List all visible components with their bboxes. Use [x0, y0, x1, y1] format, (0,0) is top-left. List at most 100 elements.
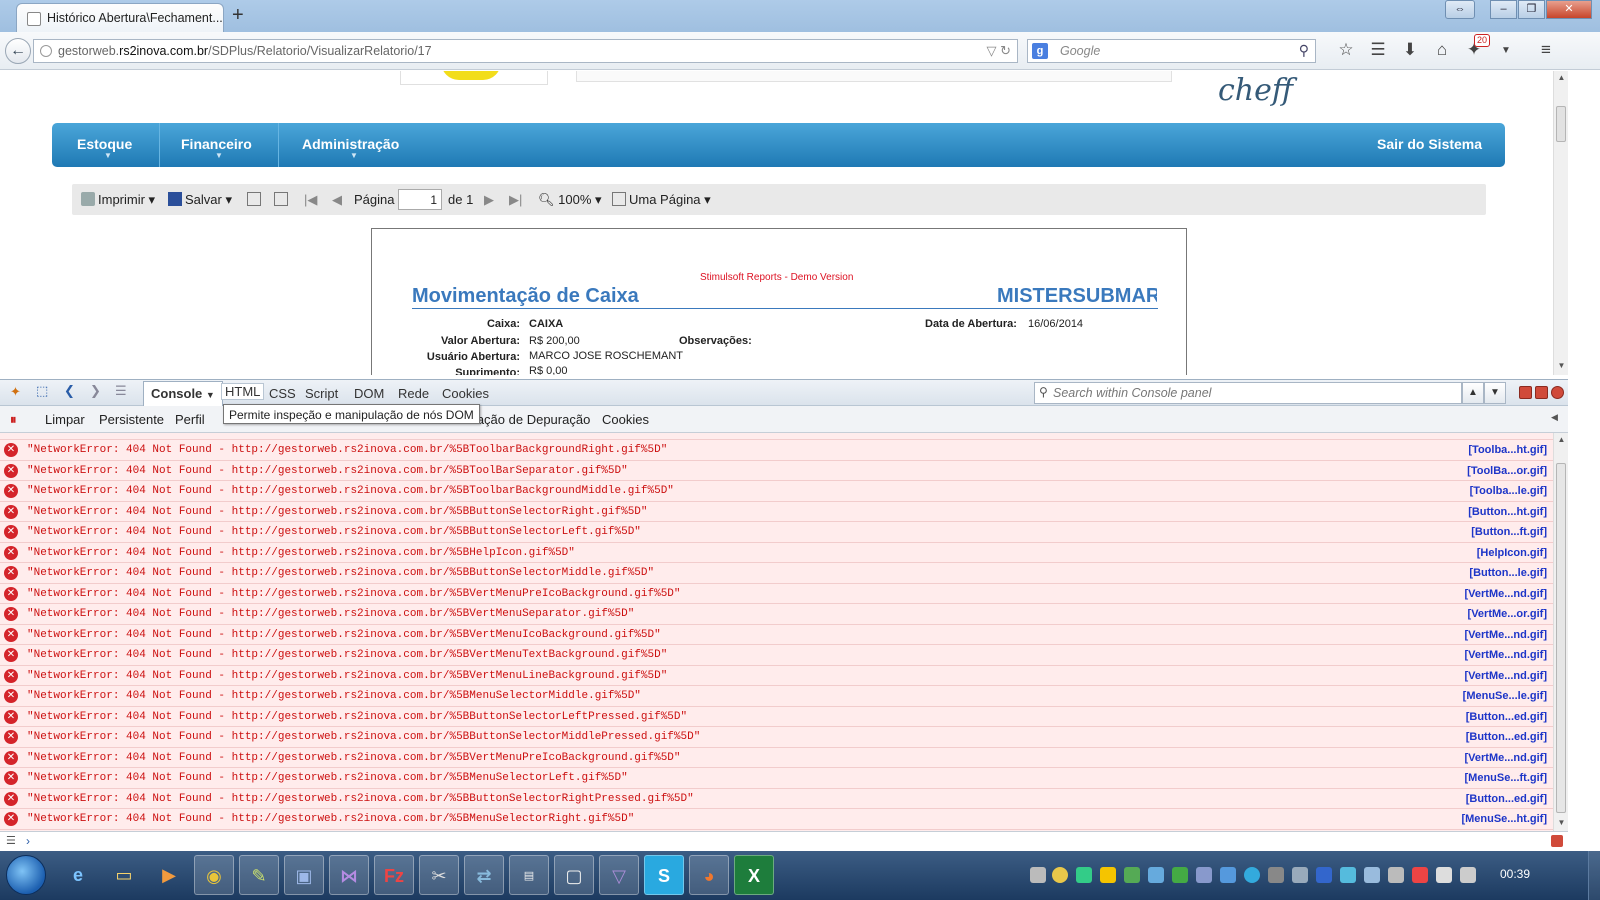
error-message[interactable]: "NetworkError: 404 Not Found - http://ge…: [27, 485, 674, 497]
console-error-row[interactable]: ✕ "NetworkError: 404 Not Found - http://g…: [0, 502, 1553, 522]
error-source-link[interactable]: [Button...ed.gif]: [1466, 793, 1547, 805]
error-source-link[interactable]: [Button...le.gif]: [1469, 567, 1547, 579]
last-page-button[interactable]: ▶|: [509, 192, 522, 208]
console-error-row[interactable]: ✕ "NetworkError: 404 Not Found - http://g…: [0, 789, 1553, 809]
dropdown-arrow-icon[interactable]: ▽: [986, 43, 996, 58]
nvidia-tray-icon[interactable]: [1172, 867, 1188, 883]
error-message[interactable]: "NetworkError: 404 Not Found - http://ge…: [27, 444, 667, 456]
error-source-link[interactable]: [Button...ed.gif]: [1466, 711, 1547, 723]
error-message[interactable]: "NetworkError: 404 Not Found - http://ge…: [27, 731, 700, 743]
error-message[interactable]: "NetworkError: 404 Not Found - http://ge…: [27, 588, 681, 600]
console-search-input[interactable]: ⚲ Search within Console panel: [1034, 382, 1462, 404]
error-message[interactable]: "NetworkError: 404 Not Found - http://ge…: [27, 629, 661, 641]
console-error-row[interactable]: ✕ "NetworkError: 404 Not Found - http://g…: [0, 707, 1553, 727]
internet-explorer-icon[interactable]: e: [58, 855, 98, 895]
console-error-row[interactable]: ✕ "NetworkError: 404 Not Found - http://g…: [0, 686, 1553, 707]
steam-tray-icon[interactable]: [1030, 867, 1046, 883]
tab-css[interactable]: CSS: [269, 386, 296, 401]
console-error-row[interactable]: ✕ "NetworkError: 404 Not Found - http://g…: [0, 727, 1553, 748]
volume-muted-tray-icon[interactable]: [1460, 867, 1476, 883]
error-source-link[interactable]: [Button...ht.gif]: [1468, 506, 1547, 518]
error-indicator-icon[interactable]: [1551, 835, 1563, 847]
tools-icon[interactable]: ✂: [419, 855, 459, 895]
error-source-link[interactable]: [MenuSe...le.gif]: [1463, 690, 1547, 702]
close-window-button[interactable]: ✕: [1546, 0, 1592, 19]
history-forward-icon[interactable]: ❯: [90, 383, 101, 399]
scroll-up-arrow-icon[interactable]: ▲: [1554, 435, 1569, 444]
signal-tray-icon[interactable]: [1436, 867, 1452, 883]
downloads-icon[interactable]: ⬇: [1394, 40, 1426, 60]
scroll-down-arrow-icon[interactable]: ▼: [1554, 818, 1569, 827]
firebug-minimize-icon[interactable]: [1519, 386, 1532, 399]
security-tray-icon[interactable]: [1124, 867, 1140, 883]
error-source-link[interactable]: [HelpIcon.gif]: [1477, 547, 1547, 559]
console-error-row[interactable]: ✕ "NetworkError: 404 Not Found - http://g…: [0, 768, 1553, 789]
browser-tab[interactable]: Histórico Abertura\Fechament...: [16, 3, 224, 32]
next-page-button[interactable]: ▶: [484, 192, 494, 208]
url-bar[interactable]: gestorweb.rs2inova.com.br/SDPlus/Relator…: [33, 39, 1018, 63]
console-error-row[interactable]: ✕ "NetworkError: 404 Not Found - http://g…: [0, 522, 1553, 543]
dropbox-tray-icon[interactable]: [1340, 867, 1356, 883]
error-message[interactable]: "NetworkError: 404 Not Found - http://ge…: [27, 690, 641, 702]
error-source-link[interactable]: [Button...ed.gif]: [1466, 731, 1547, 743]
tab-cookies[interactable]: Cookies: [442, 386, 489, 401]
search-bar[interactable]: g Google ⚲: [1027, 39, 1316, 63]
chrome-icon[interactable]: ◉: [194, 855, 234, 895]
visual-studio-icon[interactable]: ⋈: [329, 855, 369, 895]
drive-tray-icon[interactable]: [1100, 867, 1116, 883]
break-on-error-icon[interactable]: ⏸: [10, 412, 17, 428]
tab-script[interactable]: Script: [305, 386, 338, 401]
bluetooth-tray-icon[interactable]: [1316, 867, 1332, 883]
console-scrollbar[interactable]: ▲ ▼: [1553, 433, 1568, 831]
tools-tray-icon[interactable]: [1292, 867, 1308, 883]
minimize-button[interactable]: –: [1490, 0, 1517, 19]
command-editor-icon[interactable]: ☰: [115, 383, 127, 399]
prev-page-button[interactable]: ◀: [332, 192, 342, 208]
cookies-filter[interactable]: Cookies: [602, 412, 649, 427]
console-error-row[interactable]: ✕ "NetworkError: 404 Not Found - http://g…: [0, 748, 1553, 768]
console-error-row[interactable]: ✕ "NetworkError: 404 Not Found - http://g…: [0, 584, 1553, 604]
tab-html[interactable]: HTML: [221, 383, 265, 400]
error-message[interactable]: "NetworkError: 404 Not Found - http://ge…: [27, 547, 575, 559]
tab-switch-icon[interactable]: ⇔: [1445, 0, 1475, 19]
error-message[interactable]: "NetworkError: 404 Not Found - http://ge…: [27, 670, 667, 682]
error-message[interactable]: "NetworkError: 404 Not Found - http://ge…: [27, 772, 628, 784]
zoom-button[interactable]: 🔍︎ 100% ▾: [538, 192, 602, 208]
parameters-button[interactable]: [274, 192, 291, 207]
start-button[interactable]: [6, 855, 46, 895]
search-next-button[interactable]: ▼: [1484, 382, 1506, 404]
error-source-link[interactable]: [ToolBa...or.gif]: [1467, 465, 1547, 477]
error-message[interactable]: "NetworkError: 404 Not Found - http://ge…: [27, 608, 634, 620]
reload-icon[interactable]: ↻: [1000, 43, 1011, 58]
save-button[interactable]: Salvar ▾: [168, 192, 232, 208]
scrollbar-thumb[interactable]: [1556, 106, 1566, 142]
error-source-link[interactable]: [VertMe...nd.gif]: [1465, 588, 1548, 600]
console-window-icon[interactable]: ▢: [554, 855, 594, 895]
bookmarks-button[interactable]: [247, 192, 264, 207]
excel-icon[interactable]: X: [734, 855, 774, 895]
tab-dom[interactable]: DOM: [354, 386, 384, 401]
bookmarks-list-icon[interactable]: ☰: [1362, 40, 1394, 60]
notepad-icon[interactable]: ✎: [239, 855, 279, 895]
error-message[interactable]: "NetworkError: 404 Not Found - http://ge…: [27, 793, 694, 805]
error-message[interactable]: "NetworkError: 404 Not Found - http://ge…: [27, 649, 667, 661]
console-command-line[interactable]: ☰ ›: [0, 831, 1568, 851]
console-error-row[interactable]: ✕ "NetworkError: 404 Not Found - http://g…: [0, 440, 1553, 461]
error-message[interactable]: "NetworkError: 404 Not Found - http://ge…: [27, 506, 648, 518]
network-tool-icon[interactable]: ⇄: [464, 855, 504, 895]
console-error-row[interactable]: ✕ "NetworkError: 404 Not Found - http://g…: [0, 563, 1553, 584]
file-explorer-icon[interactable]: ▭: [104, 855, 144, 895]
debug-info-filter[interactable]: mação de Depuração: [466, 412, 590, 427]
error-source-link[interactable]: [Toolba...le.gif]: [1470, 485, 1547, 497]
logout-link[interactable]: Sair do Sistema: [1377, 136, 1482, 152]
show-desktop-button[interactable]: [1588, 851, 1600, 900]
inspect-element-icon[interactable]: ⬚: [36, 383, 48, 399]
view-mode-button[interactable]: Uma Página ▾: [612, 192, 711, 208]
error-source-link[interactable]: [VertMe...nd.gif]: [1465, 629, 1548, 641]
firebug-logo-icon[interactable]: ✦: [10, 384, 21, 400]
firefox-icon[interactable]: ◕: [689, 855, 729, 895]
bookmark-star-icon[interactable]: ☆: [1330, 40, 1362, 60]
skype-icon[interactable]: S: [644, 855, 684, 895]
error-source-link[interactable]: [VertMe...or.gif]: [1468, 608, 1547, 620]
usb-tray-icon[interactable]: [1268, 867, 1284, 883]
